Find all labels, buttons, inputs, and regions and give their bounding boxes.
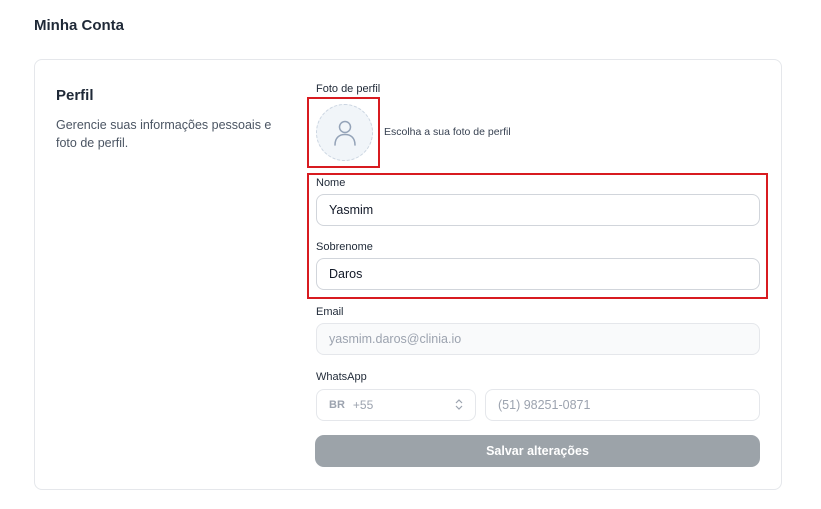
email-input[interactable]: [316, 323, 760, 355]
save-button[interactable]: Salvar alterações: [315, 435, 760, 467]
country-prefix: BR: [329, 399, 345, 411]
photo-label: Foto de perfil: [316, 83, 381, 95]
phone-input[interactable]: [485, 389, 760, 421]
country-code-select[interactable]: BR +55: [316, 389, 476, 421]
avatar-hint: Escolha a sua foto de perfil: [384, 126, 511, 138]
avatar-upload[interactable]: [316, 104, 373, 161]
country-code: +55: [352, 398, 374, 412]
whatsapp-label: WhatsApp: [316, 371, 367, 383]
first-name-input[interactable]: [316, 194, 760, 226]
section-title: Perfil: [56, 87, 94, 104]
user-icon: [333, 120, 356, 146]
section-description: Gerencie suas informações pessoais e fot…: [56, 118, 272, 150]
last-name-label: Sobrenome: [316, 241, 373, 253]
email-label: Email: [316, 306, 344, 318]
page-title: Minha Conta: [34, 17, 124, 34]
last-name-input[interactable]: [316, 258, 760, 290]
first-name-label: Nome: [316, 177, 346, 189]
chevron-up-down-icon: [455, 398, 463, 412]
